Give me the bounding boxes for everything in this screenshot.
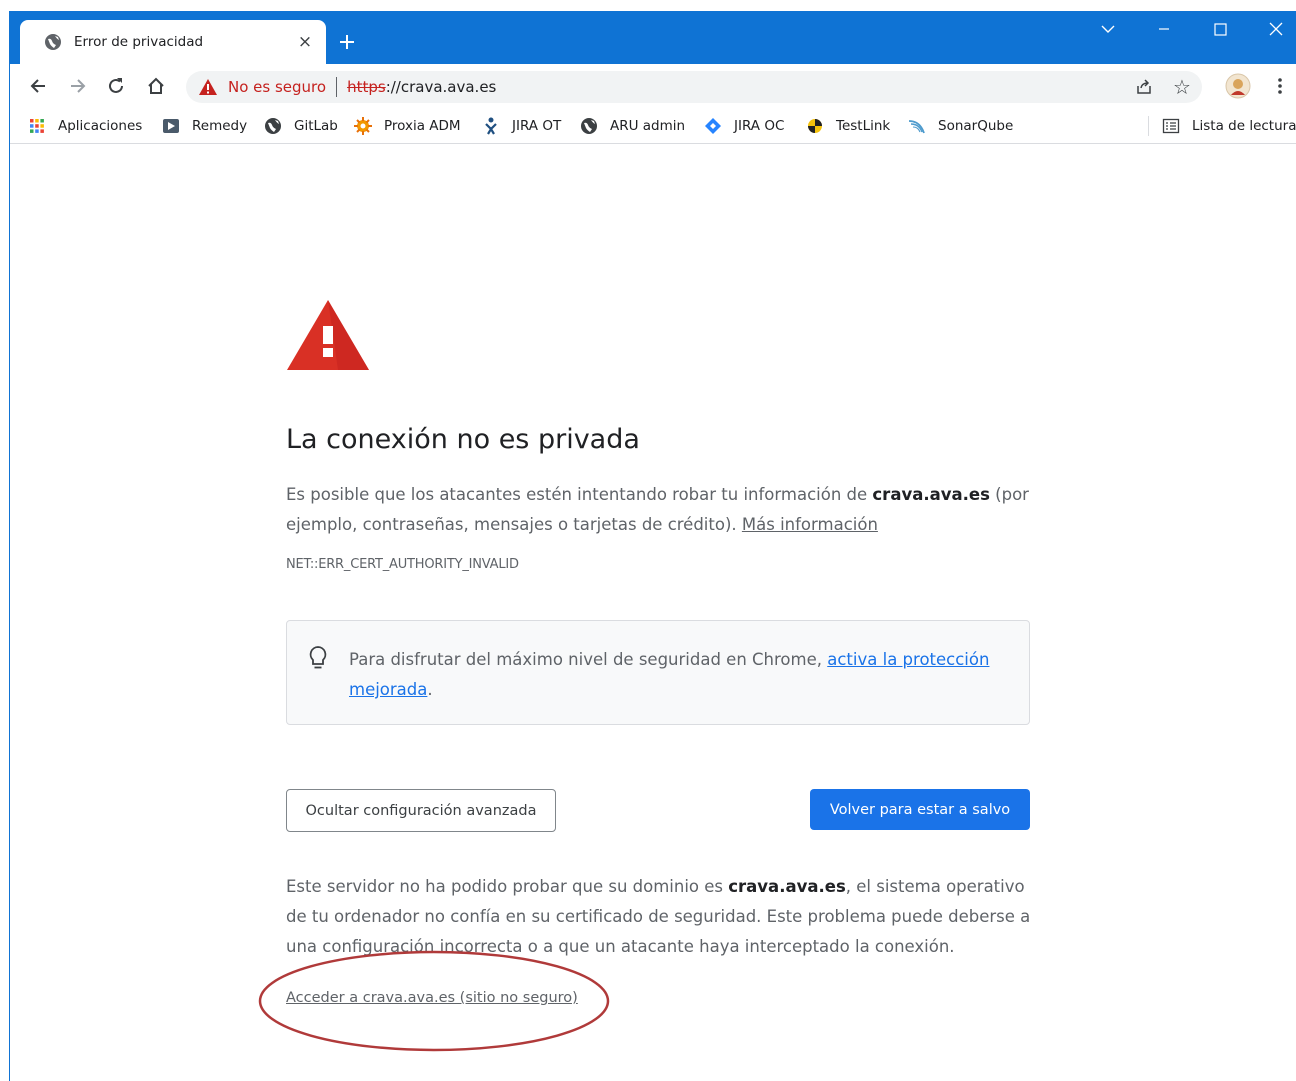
maximize-button[interactable] (1194, 11, 1246, 47)
apps-grid-icon (28, 117, 46, 135)
bookmarks-divider (1148, 116, 1149, 136)
minimize-button[interactable] (1138, 11, 1190, 47)
new-tab-button[interactable] (334, 29, 360, 55)
bookmarks-bar: Aplicaciones Remedy GitLab Proxia ADM JI… (10, 108, 1296, 144)
back-arrow-icon[interactable] (24, 72, 52, 100)
hide-advanced-button[interactable]: Ocultar configuración avanzada (286, 789, 556, 832)
proceed-unsafe-link[interactable]: Acceder a crava.ava.es (sitio no seguro) (286, 990, 578, 1006)
globe-icon (264, 117, 282, 135)
bookmark-label: Proxia ADM (384, 118, 461, 134)
bookmark-jira-oc[interactable]: JIRA OC (704, 115, 784, 137)
kebab-menu-icon[interactable] (1266, 72, 1294, 100)
browser-titlebar: Error de privacidad × (10, 11, 1296, 64)
globe-icon (44, 33, 62, 51)
advanced-details-text: Este servidor no ha podido probar que su… (286, 877, 1031, 956)
lightbulb-icon (307, 645, 329, 671)
globe-icon (580, 117, 598, 135)
error-code: NET::ERR_CERT_AUTHORITY_INVALID (286, 557, 519, 572)
tab-search-chevron-icon[interactable] (1082, 11, 1134, 47)
bookmark-aplicaciones[interactable]: Aplicaciones (28, 115, 142, 137)
page-title: La conexión no es privada (286, 424, 640, 455)
bookmark-aru-admin[interactable]: ARU admin (580, 115, 685, 137)
reading-list-button[interactable]: Lista de lectura (1162, 115, 1296, 137)
bookmark-proxia-adm[interactable]: Proxia ADM (354, 115, 461, 137)
browser-toolbar: No es seguro https://crava.ava.es ☆ (10, 64, 1296, 108)
bookmark-star-icon[interactable]: ☆ (1170, 75, 1194, 99)
reading-list-icon (1162, 117, 1180, 135)
explanation-text: Es posible que los atacantes estén inten… (286, 485, 1029, 534)
tab-title: Error de privacidad (74, 34, 204, 50)
enhanced-protection-tip: Para disfrutar del máximo nivel de segur… (286, 620, 1030, 725)
testlink-icon (806, 117, 824, 135)
bookmark-gitlab[interactable]: GitLab (264, 115, 338, 137)
jira-icon (482, 117, 500, 135)
bookmark-jira-ot[interactable]: JIRA OT (482, 115, 561, 137)
close-window-button[interactable] (1250, 11, 1296, 47)
remedy-icon (162, 117, 180, 135)
bookmark-label: JIRA OT (512, 118, 562, 134)
bookmark-label: GitLab (294, 118, 338, 134)
bookmark-label: ARU admin (610, 118, 686, 134)
bookmark-sonarqube[interactable]: SonarQube (908, 115, 1013, 137)
url-host: ://crava.ava.es (385, 78, 497, 96)
reading-list-label: Lista de lectura (1192, 118, 1296, 134)
bookmark-label: TestLink (836, 118, 891, 134)
not-secure-warning-icon[interactable] (198, 77, 218, 97)
window-frame-edge (9, 11, 10, 1081)
bookmark-label: Aplicaciones (58, 118, 143, 134)
domain-name: crava.ava.es (872, 485, 990, 504)
tip-text: Para disfrutar del máximo nivel de segur… (349, 650, 990, 699)
jira-diamond-icon (704, 117, 722, 135)
forward-arrow-icon[interactable] (64, 72, 92, 100)
avatar[interactable] (1224, 72, 1252, 100)
reload-icon[interactable] (102, 72, 130, 100)
back-to-safety-button[interactable]: Volver para estar a salvo (810, 789, 1030, 830)
close-tab-icon[interactable]: × (296, 32, 314, 52)
bookmark-label: Remedy (192, 118, 248, 134)
domain-name: crava.ava.es (728, 877, 846, 896)
bookmark-remedy[interactable]: Remedy (162, 115, 247, 137)
omnibox-separator (336, 77, 338, 97)
home-icon[interactable] (142, 72, 170, 100)
bookmark-label: JIRA OC (734, 118, 785, 134)
warning-triangle-icon (286, 298, 370, 372)
bookmark-testlink[interactable]: TestLink (806, 115, 890, 137)
sonarqube-icon (908, 117, 926, 135)
bookmark-label: SonarQube (938, 118, 1014, 134)
security-status-label[interactable]: No es seguro (228, 78, 326, 96)
tab-error-de-privacidad[interactable]: Error de privacidad × (20, 20, 326, 64)
more-info-link[interactable]: Más información (742, 515, 878, 534)
proxia-icon (354, 117, 372, 135)
address-bar[interactable]: No es seguro https://crava.ava.es ☆ (186, 71, 1202, 103)
share-icon[interactable] (1132, 75, 1156, 99)
url-scheme: https (347, 78, 386, 96)
